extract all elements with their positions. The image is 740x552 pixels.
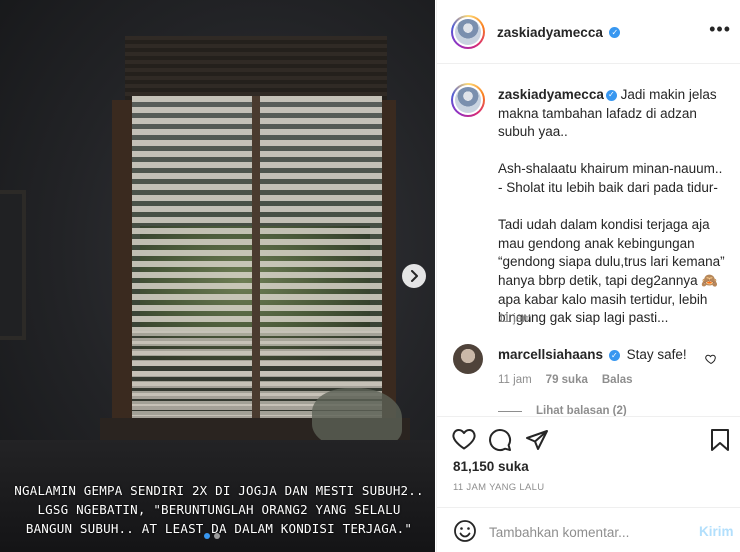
post-side-panel: zaskiadyamecca ✓ ••• zaskiadyamecca ✓ Jad… bbox=[436, 0, 740, 552]
post-header: zaskiadyamecca ✓ ••• bbox=[437, 0, 740, 64]
post-media[interactable]: NGALAMIN GEMPA SENDIRI 2X DI JOGJA DAN M… bbox=[0, 0, 435, 552]
view-replies-line bbox=[498, 410, 522, 412]
author-avatar[interactable] bbox=[451, 15, 485, 49]
photo-mullion bbox=[252, 96, 260, 418]
caption-time[interactable]: 11 jam bbox=[498, 313, 532, 325]
verified-badge-icon: ✓ bbox=[605, 89, 617, 101]
comment-like-heart-icon[interactable] bbox=[705, 352, 717, 370]
post-comment-button[interactable]: Kirim bbox=[699, 524, 734, 539]
photo-window bbox=[132, 96, 382, 418]
comment-likes[interactable]: 79 suka bbox=[546, 374, 588, 386]
comment-icon[interactable] bbox=[488, 428, 512, 457]
author-username[interactable]: zaskiadyamecca bbox=[497, 25, 603, 40]
comment-time[interactable]: 11 jam bbox=[498, 374, 532, 386]
emoji-icon[interactable] bbox=[453, 519, 477, 548]
commenter-username[interactable]: marcellsiahaans bbox=[498, 347, 603, 362]
more-options-icon[interactable]: ••• bbox=[709, 20, 731, 38]
caption-username[interactable]: zaskiadyamecca bbox=[498, 87, 604, 102]
comment-reply-button[interactable]: Balas bbox=[602, 374, 633, 386]
likes-count[interactable]: 81,150 suka bbox=[453, 459, 529, 474]
view-replies-row[interactable]: Lihat balasan (2) bbox=[498, 405, 627, 416]
caption-author-avatar[interactable] bbox=[451, 83, 485, 117]
comment-row: marcellsiahaans ✓ Stay safe! bbox=[498, 347, 687, 362]
media-overlay-caption: NGALAMIN GEMPA SENDIRI 2X DI JOGJA DAN M… bbox=[14, 483, 424, 536]
photo-side-frame bbox=[0, 190, 26, 340]
add-comment-bar: Kirim bbox=[437, 507, 740, 552]
carousel-dot bbox=[204, 533, 210, 539]
commenter-avatar[interactable] bbox=[453, 344, 483, 374]
heart-icon[interactable] bbox=[452, 428, 476, 455]
carousel-next-button[interactable] bbox=[402, 264, 426, 288]
comment-text: Stay safe! bbox=[626, 347, 687, 362]
verified-badge-icon: ✓ bbox=[609, 27, 621, 39]
post-caption: zaskiadyamecca ✓ Jadi makin jelas makna t… bbox=[498, 86, 730, 328]
view-replies-button[interactable]: Lihat balasan (2) bbox=[536, 405, 627, 416]
photo-cloth bbox=[312, 388, 402, 448]
post-actions: 81,150 suka 11 JAM YANG LALU Kirim bbox=[437, 416, 740, 552]
add-comment-input[interactable] bbox=[489, 520, 689, 544]
bookmark-icon[interactable] bbox=[710, 428, 730, 457]
verified-badge-icon: ✓ bbox=[608, 349, 620, 361]
post-timestamp[interactable]: 11 JAM YANG LALU bbox=[453, 482, 544, 493]
comments-area: zaskiadyamecca ✓ Jadi makin jelas makna t… bbox=[437, 65, 740, 416]
comment-meta: 11 jam 79 suka Balas bbox=[498, 374, 633, 386]
carousel-indicator bbox=[204, 533, 220, 539]
share-icon[interactable] bbox=[525, 428, 549, 457]
caption-body: Jadi makin jelas makna tambahan lafadz d… bbox=[498, 87, 725, 326]
carousel-dot bbox=[214, 533, 220, 539]
chevron-right-icon bbox=[411, 270, 418, 282]
author-name-row: zaskiadyamecca ✓ bbox=[497, 24, 621, 42]
